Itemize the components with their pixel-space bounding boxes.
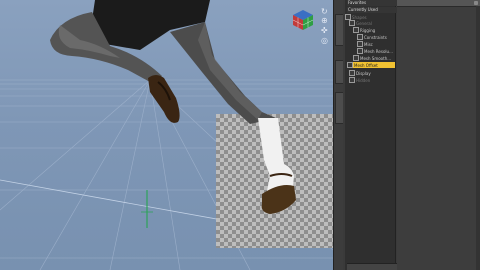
vertical-scrollbar[interactable] bbox=[476, 6, 480, 270]
expand-icon bbox=[353, 55, 359, 61]
property-tree: Favorites Currently Used Shapes General … bbox=[345, 0, 399, 270]
currently-used-header[interactable]: Currently Used bbox=[347, 7, 398, 13]
tree-item-label: Display bbox=[356, 71, 371, 76]
expand-icon bbox=[349, 70, 355, 76]
figure-legs bbox=[50, 0, 296, 214]
slider-knob[interactable] bbox=[474, 1, 478, 5]
tree-item-label: Rigging bbox=[360, 28, 376, 33]
tree-item-hidden[interactable]: Hidden bbox=[349, 77, 399, 83]
expand-icon bbox=[353, 27, 359, 33]
parameters-panel: Favorites Currently Used Shapes General … bbox=[343, 0, 480, 270]
expand-icon bbox=[347, 62, 353, 68]
tree-item-mesh-smoothing[interactable]: Mesh Smooth... bbox=[353, 55, 403, 61]
property-values-pane bbox=[397, 0, 480, 270]
tree-item-mesh-offset[interactable]: Mesh Offset bbox=[347, 62, 395, 68]
tree-item-label: Constraints bbox=[364, 35, 387, 40]
tree-item-label: Misc bbox=[364, 42, 373, 47]
tree-item-label: Hidden bbox=[356, 78, 371, 83]
tree-item-label: Mesh Resolu... bbox=[364, 49, 393, 54]
tree-footer bbox=[347, 263, 397, 270]
tree-item-label: General bbox=[356, 21, 372, 26]
value-slider[interactable] bbox=[397, 0, 480, 7]
tree-item-display[interactable]: Display bbox=[349, 70, 399, 76]
expand-icon bbox=[349, 77, 355, 83]
tree-item-rigging[interactable]: Rigging bbox=[353, 27, 403, 33]
tree-item-general[interactable]: General bbox=[349, 20, 399, 26]
tree-item-label: Mesh Smooth... bbox=[360, 56, 392, 61]
3d-viewport[interactable]: ↻ ⊕ ✜ ◎ bbox=[0, 0, 333, 270]
favorites-header[interactable]: Favorites bbox=[347, 0, 398, 6]
expand-icon bbox=[357, 41, 363, 47]
expand-icon bbox=[357, 34, 363, 40]
tree-item-label: Mesh Offset bbox=[354, 63, 378, 68]
expand-icon bbox=[349, 20, 355, 26]
expand-icon bbox=[357, 48, 363, 54]
